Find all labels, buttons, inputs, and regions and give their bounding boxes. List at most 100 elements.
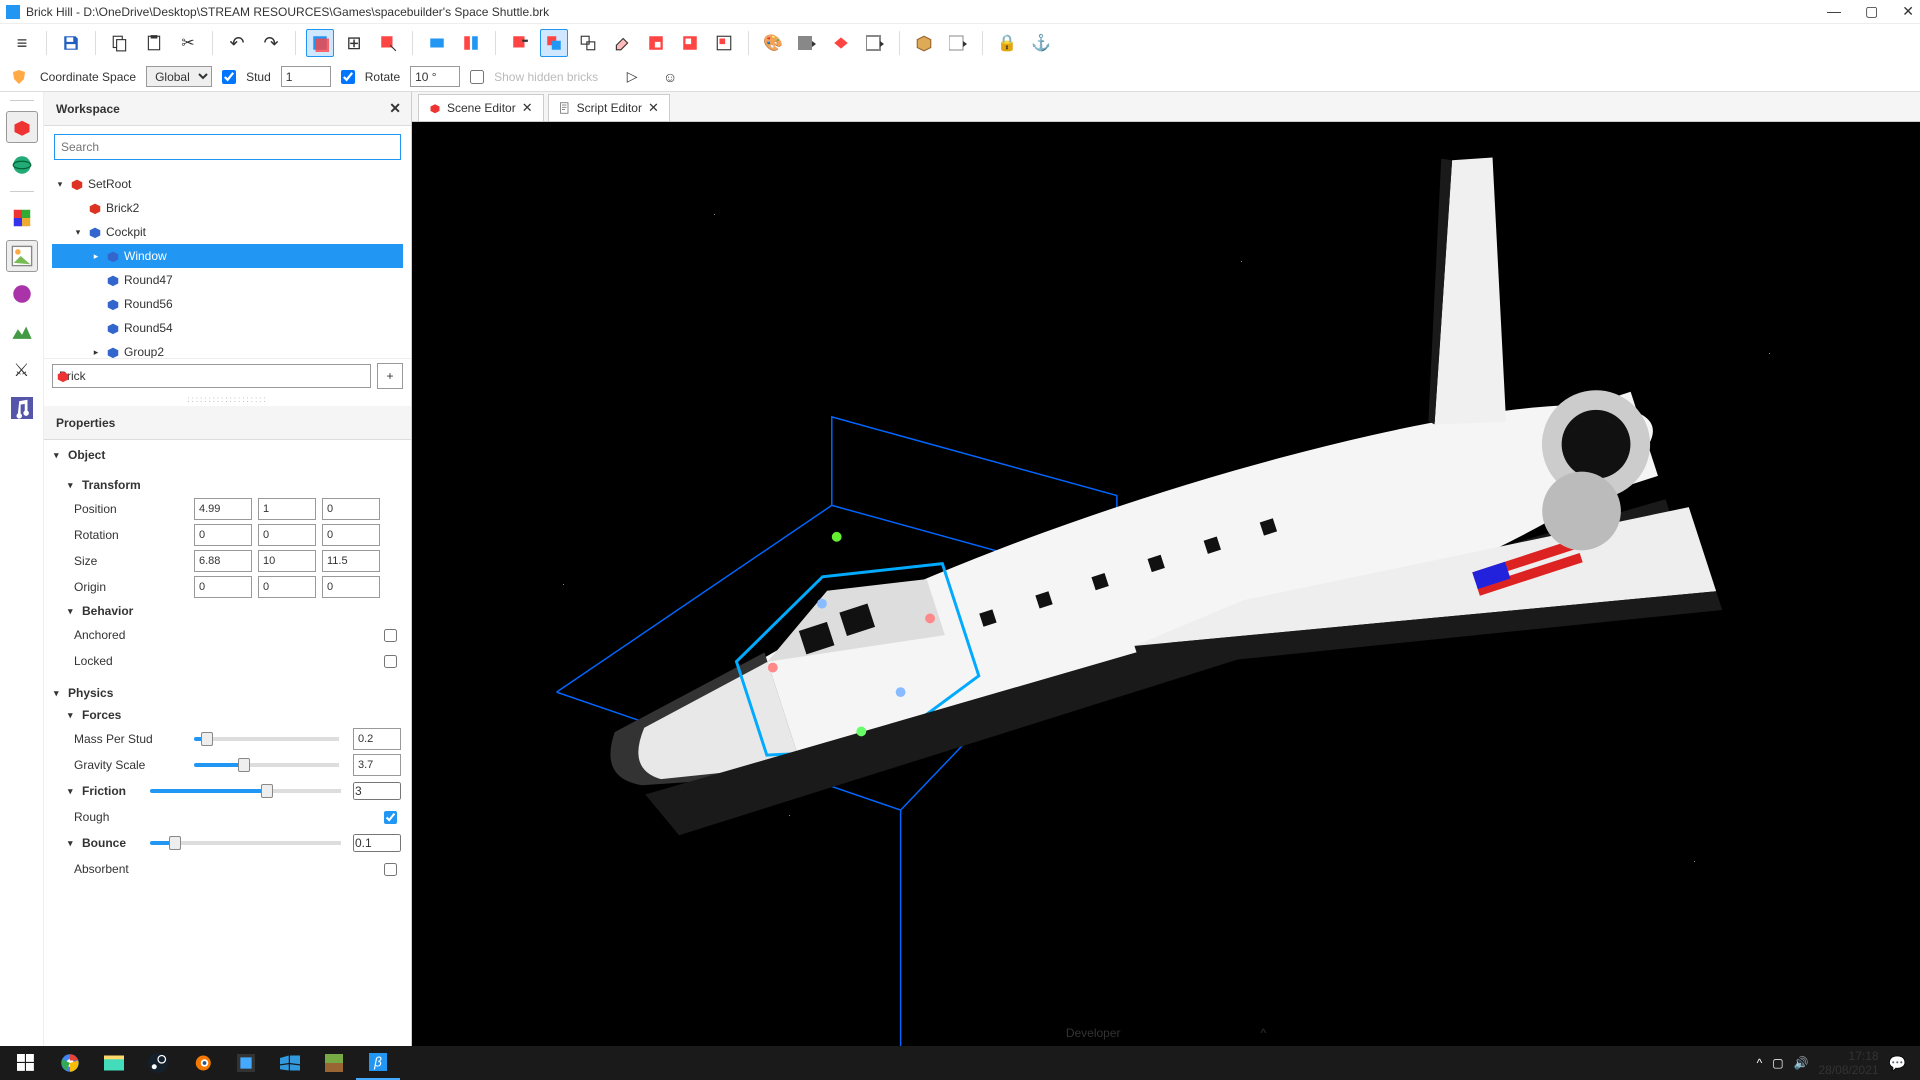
play-button[interactable]: ▷ [618, 63, 646, 91]
physics-section[interactable]: ▾Physics [54, 682, 401, 704]
shield-icon[interactable] [8, 66, 30, 88]
show-hidden-checkbox[interactable] [470, 70, 484, 84]
move-tool[interactable] [374, 29, 402, 57]
rail-brick[interactable] [6, 111, 38, 143]
bounce-slider[interactable] [150, 841, 341, 845]
redo-button[interactable]: ↷ [257, 29, 285, 57]
rotation-z[interactable] [322, 524, 380, 546]
size-y[interactable] [258, 550, 316, 572]
fill-color[interactable] [793, 29, 821, 57]
tray-chevron-icon[interactable]: ^ [1757, 1056, 1763, 1070]
start-button[interactable] [4, 1046, 48, 1080]
rail-music[interactable] [6, 392, 38, 424]
behavior-section[interactable]: ▾Behavior [54, 600, 401, 622]
rail-image[interactable] [6, 240, 38, 272]
rough-checkbox[interactable] [384, 811, 397, 824]
close-button[interactable]: ✕ [1902, 3, 1914, 20]
rotation-x[interactable] [194, 524, 252, 546]
size-x[interactable] [194, 550, 252, 572]
anchor-tool[interactable]: ⚓ [1027, 29, 1055, 57]
rail-tools[interactable]: ⚔ [6, 354, 38, 386]
rail-terrain[interactable] [6, 316, 38, 348]
tab-scene-editor[interactable]: Scene Editor✕ [418, 94, 544, 121]
chrome-icon[interactable] [48, 1046, 92, 1080]
absorbent-checkbox[interactable] [384, 863, 397, 876]
search-input[interactable] [54, 134, 401, 160]
blender-icon[interactable] [180, 1046, 224, 1080]
group-tool[interactable] [506, 29, 534, 57]
bounce-value[interactable] [353, 834, 401, 852]
brickhill-taskbar-icon[interactable]: β [356, 1046, 400, 1080]
duplicate-tool[interactable] [574, 29, 602, 57]
explorer-icon[interactable] [92, 1046, 136, 1080]
object-section[interactable]: ▾Object [54, 444, 401, 466]
rail-multi-brick[interactable] [6, 202, 38, 234]
paste-button[interactable] [140, 29, 168, 57]
position-z[interactable] [322, 498, 380, 520]
position-x[interactable] [194, 498, 252, 520]
outline-color[interactable] [861, 29, 889, 57]
steam-icon[interactable] [136, 1046, 180, 1080]
3d-scene[interactable]: Developer^ [412, 122, 1920, 1046]
box-tool[interactable] [944, 29, 972, 57]
minecraft-icon[interactable] [312, 1046, 356, 1080]
tray-monitor-icon[interactable]: ▢ [1772, 1056, 1783, 1070]
anchored-checkbox[interactable] [384, 629, 397, 642]
coord-space-select[interactable]: Global [146, 66, 212, 87]
grid-tool[interactable]: ⊞ [340, 29, 368, 57]
ungroup-tool[interactable] [540, 29, 568, 57]
color-tool-3[interactable] [710, 29, 738, 57]
mass-slider[interactable] [194, 737, 339, 741]
forces-section[interactable]: ▾Forces [54, 704, 401, 726]
rotation-y[interactable] [258, 524, 316, 546]
add-brick-button[interactable]: + [377, 363, 403, 389]
locked-checkbox[interactable] [384, 655, 397, 668]
tree-item-round56[interactable]: Round56 [52, 292, 403, 316]
workspace-close[interactable]: ✕ [389, 100, 401, 117]
origin-z[interactable] [322, 576, 380, 598]
rail-sphere[interactable] [6, 278, 38, 310]
save-button[interactable] [57, 29, 85, 57]
cut-button[interactable]: ✂ [174, 29, 202, 57]
maximize-button[interactable]: ▢ [1865, 3, 1878, 20]
minimize-button[interactable]: — [1827, 3, 1841, 20]
origin-y[interactable] [258, 576, 316, 598]
color-tool-1[interactable] [642, 29, 670, 57]
tree-item-window[interactable]: ▸Window [52, 244, 403, 268]
tree-item-setroot[interactable]: ▾SetRoot [52, 172, 403, 196]
shape-diamond[interactable] [827, 29, 855, 57]
tree-item-round54[interactable]: Round54 [52, 316, 403, 340]
position-y[interactable] [258, 498, 316, 520]
bounce-section[interactable]: ▾Bounce [54, 830, 401, 856]
origin-x[interactable] [194, 576, 252, 598]
copy-button[interactable] [106, 29, 134, 57]
transform-section[interactable]: ▾Transform [54, 474, 401, 496]
friction-section[interactable]: ▾Friction [54, 778, 401, 804]
system-clock[interactable]: 17:18 28/08/2021 [1819, 1049, 1879, 1078]
tab-close-icon[interactable]: ✕ [522, 100, 533, 116]
tab-close-icon[interactable]: ✕ [648, 100, 659, 116]
tree-item-round47[interactable]: Round47 [52, 268, 403, 292]
align-tool-1[interactable] [423, 29, 451, 57]
package-tool[interactable] [910, 29, 938, 57]
tray-volume-icon[interactable]: 🔊 [1794, 1056, 1809, 1070]
rail-globe[interactable] [6, 149, 38, 181]
tree-item-cockpit[interactable]: ▾Cockpit [52, 220, 403, 244]
rotate-checkbox[interactable] [341, 70, 355, 84]
mass-value[interactable] [353, 728, 401, 750]
align-tool-2[interactable] [457, 29, 485, 57]
app-icon-2[interactable] [268, 1046, 312, 1080]
undo-button[interactable]: ↶ [223, 29, 251, 57]
select-tool[interactable] [306, 29, 334, 57]
add-brick-input[interactable] [52, 364, 371, 388]
palette-tool[interactable]: 🎨 [759, 29, 787, 57]
resize-handle[interactable]: ::::::::::::::::::: [44, 393, 411, 406]
app-icon-1[interactable] [224, 1046, 268, 1080]
lock-tool[interactable]: 🔒 [993, 29, 1021, 57]
gravity-value[interactable] [353, 754, 401, 776]
notifications-icon[interactable]: 💬 [1889, 1055, 1906, 1072]
stud-checkbox[interactable] [222, 70, 236, 84]
stud-input[interactable] [281, 66, 331, 87]
friction-value[interactable] [353, 782, 401, 800]
eraser-tool[interactable] [608, 29, 636, 57]
